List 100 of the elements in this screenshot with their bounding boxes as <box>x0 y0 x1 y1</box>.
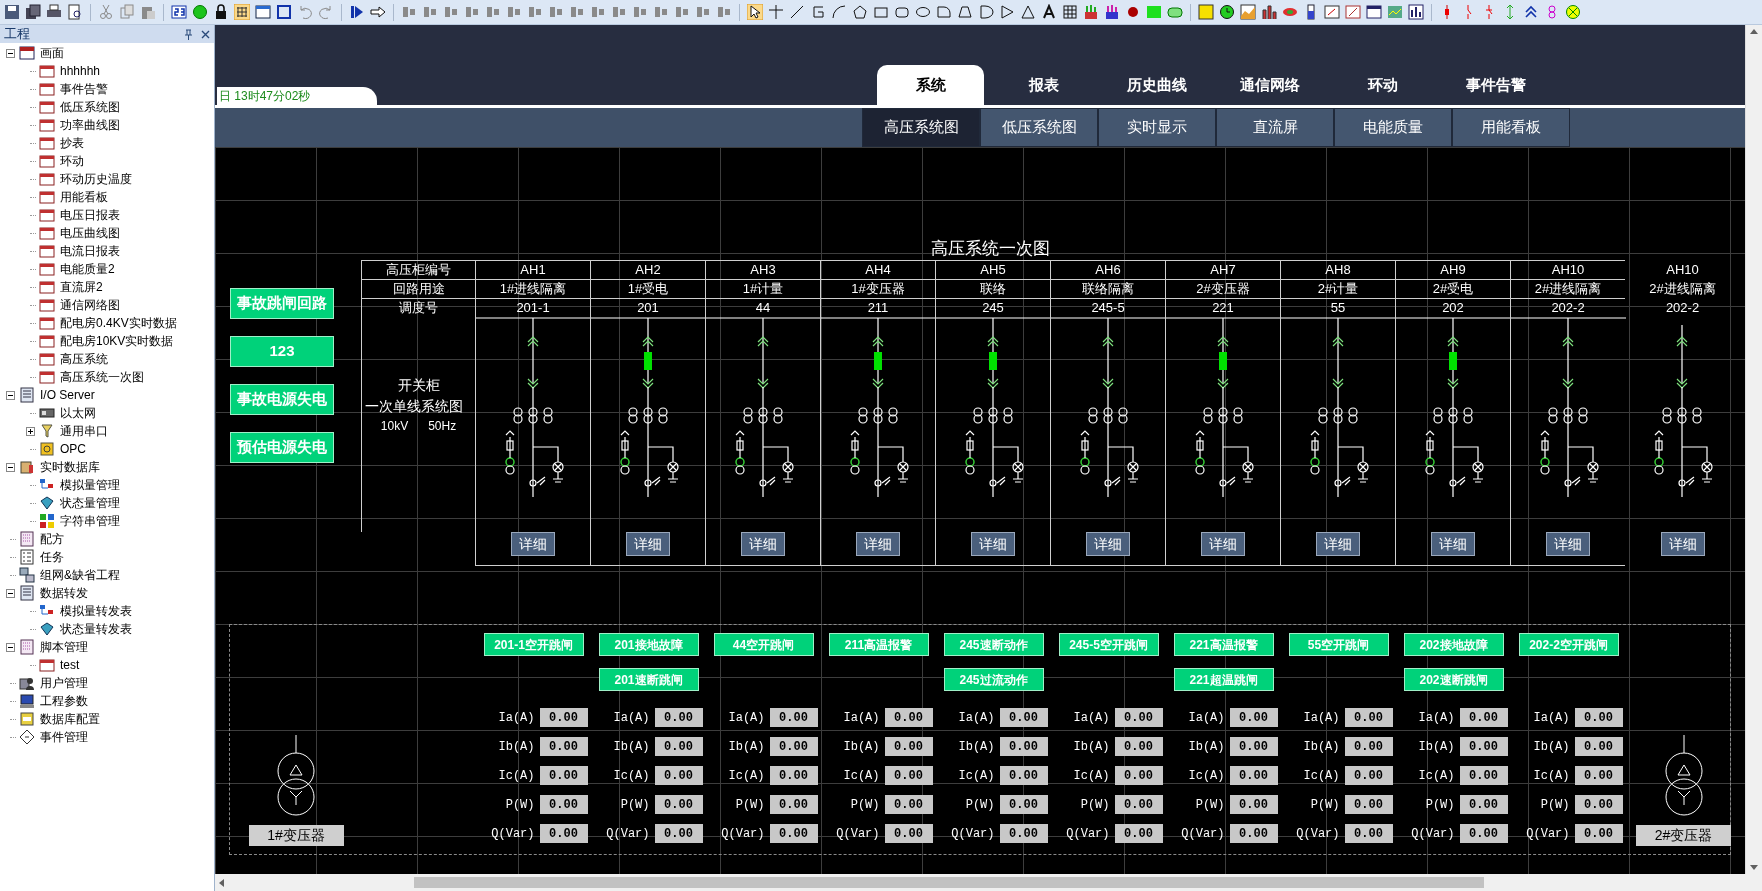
dot-icon[interactable] <box>1125 4 1141 20</box>
collapse-toggle[interactable] <box>5 588 15 598</box>
nav-tab[interactable]: 事件告警 <box>1442 65 1549 105</box>
tree-item[interactable]: 功率曲线图 <box>60 119 120 131</box>
tree-item[interactable]: 直流屏2 <box>60 281 103 293</box>
scroll-left-icon[interactable] <box>219 878 224 887</box>
align-icon[interactable] <box>485 4 501 20</box>
clock-icon[interactable] <box>1219 4 1235 20</box>
tile-icon[interactable] <box>171 4 187 20</box>
tree-item[interactable]: 高压系统一次图 <box>60 371 144 383</box>
window-icon[interactable] <box>255 4 271 20</box>
nav-tab[interactable]: 历史曲线 <box>1103 65 1210 105</box>
nav-tab[interactable]: 环动 <box>1329 65 1436 105</box>
tree-item[interactable]: 状态量管理 <box>60 497 120 509</box>
align-icon[interactable] <box>548 4 564 20</box>
tree-item[interactable]: 通信网络图 <box>60 299 120 311</box>
tree-item[interactable]: 工程参数 <box>40 695 88 707</box>
tree-item[interactable]: 任务 <box>40 551 64 563</box>
tree-item[interactable]: 脚本管理 <box>40 641 88 653</box>
crosshair-icon[interactable] <box>768 4 784 20</box>
subnav-tab[interactable]: 电能质量 <box>1334 108 1452 147</box>
tree-item[interactable]: 配电房0.4KV实时数据 <box>60 317 177 329</box>
grid-icon[interactable] <box>234 4 250 20</box>
tree-item[interactable]: 模拟量管理 <box>60 479 120 491</box>
tree-item[interactable]: 用能看板 <box>60 191 108 203</box>
triangle-icon[interactable] <box>1020 4 1036 20</box>
lock-icon[interactable] <box>213 4 229 20</box>
rounded-rectangle-icon[interactable] <box>894 4 910 20</box>
triangle-icon[interactable] <box>999 4 1015 20</box>
half-shape-icon[interactable] <box>978 4 994 20</box>
polyline-icon[interactable] <box>810 4 826 20</box>
pin-icon[interactable] <box>184 28 193 40</box>
tree-item[interactable]: 事件管理 <box>40 731 88 743</box>
align-icon[interactable] <box>569 4 585 20</box>
align-icon[interactable] <box>443 4 459 20</box>
tree-item[interactable]: 组网&缺省工程 <box>40 569 120 581</box>
tree-item[interactable]: test <box>60 659 80 671</box>
line-icon[interactable] <box>789 4 805 20</box>
tree-item[interactable]: 模拟量转发表 <box>60 605 132 617</box>
detail-button[interactable]: 详细 <box>1660 532 1705 556</box>
subnav-tab[interactable]: 直流屏 <box>1216 108 1334 147</box>
tree-item[interactable]: 环动历史温度 <box>60 173 132 185</box>
tree-item[interactable]: 以太网 <box>60 407 96 419</box>
tree-item[interactable]: 高压系统 <box>60 353 108 365</box>
table-icon[interactable] <box>1062 4 1078 20</box>
expand-toggle[interactable] <box>25 426 35 436</box>
align-icon[interactable] <box>611 4 627 20</box>
tree-item[interactable]: 实时数据库 <box>40 461 100 473</box>
cross-circle-icon[interactable] <box>1565 4 1581 20</box>
subnav-tab[interactable]: 低压系统图 <box>980 108 1098 147</box>
align-icon[interactable] <box>527 4 543 20</box>
frame-icon[interactable] <box>276 4 292 20</box>
detail-button[interactable]: 详细 <box>511 532 555 556</box>
tree-item[interactable]: 画面 <box>40 47 64 59</box>
tree-item[interactable]: 数据库配置 <box>40 713 100 725</box>
vertical-scrollbar[interactable] <box>1745 25 1762 874</box>
align-icon[interactable] <box>422 4 438 20</box>
collapse-toggle[interactable] <box>5 462 15 472</box>
tree-item[interactable]: 电流日报表 <box>60 245 120 257</box>
horizontal-scrollbar[interactable] <box>215 874 1762 891</box>
scroll-up-icon[interactable] <box>1750 29 1758 34</box>
detail-button[interactable]: 详细 <box>626 532 670 556</box>
tree-item[interactable]: 事件告警 <box>60 83 108 95</box>
align-icon[interactable] <box>695 4 711 20</box>
tree-item[interactable]: 低压系统图 <box>60 101 120 113</box>
detail-button[interactable]: 详细 <box>1431 532 1475 556</box>
area-chart-icon[interactable] <box>1240 4 1256 20</box>
nav-tab[interactable]: 报表 <box>990 65 1097 105</box>
scroll-down-icon[interactable] <box>1750 865 1758 870</box>
detail-button[interactable]: 详细 <box>971 532 1015 556</box>
subnav-tab[interactable]: 高压系统图 <box>862 108 980 147</box>
detail-button[interactable]: 详细 <box>1086 532 1130 556</box>
meter-icon[interactable] <box>1324 4 1340 20</box>
chevron-icon[interactable] <box>1523 4 1539 20</box>
brush-icon[interactable] <box>1083 4 1099 20</box>
arrow-icon[interactable] <box>370 4 386 20</box>
align-icon[interactable] <box>632 4 648 20</box>
align-icon[interactable] <box>401 4 417 20</box>
print-preview-icon[interactable] <box>67 4 83 20</box>
play-icon[interactable] <box>349 4 365 20</box>
align-icon[interactable] <box>653 4 669 20</box>
nav-tab[interactable]: 通信网络 <box>1216 65 1323 105</box>
tree-item[interactable]: 电压日报表 <box>60 209 120 221</box>
collapse-toggle[interactable] <box>5 642 15 652</box>
digital-display-icon[interactable] <box>1198 4 1214 20</box>
tree-item[interactable]: OPC <box>60 443 86 455</box>
trapezoid-icon[interactable] <box>957 4 973 20</box>
subnav-tab[interactable]: 用能看板 <box>1452 108 1570 147</box>
detail-button[interactable]: 详细 <box>1201 532 1245 556</box>
pentagon-icon[interactable] <box>852 4 868 20</box>
detail-button[interactable]: 详细 <box>856 532 900 556</box>
text-tool-icon[interactable] <box>1041 4 1057 20</box>
align-icon[interactable] <box>464 4 480 20</box>
align-icon[interactable] <box>590 4 606 20</box>
tree-item[interactable]: 状态量转发表 <box>60 623 132 635</box>
align-icon[interactable] <box>674 4 690 20</box>
trend-chart-icon[interactable] <box>1387 4 1403 20</box>
align-icon[interactable] <box>716 4 732 20</box>
tree-item[interactable]: 通用串口 <box>60 425 108 437</box>
paste-icon[interactable] <box>140 4 156 20</box>
